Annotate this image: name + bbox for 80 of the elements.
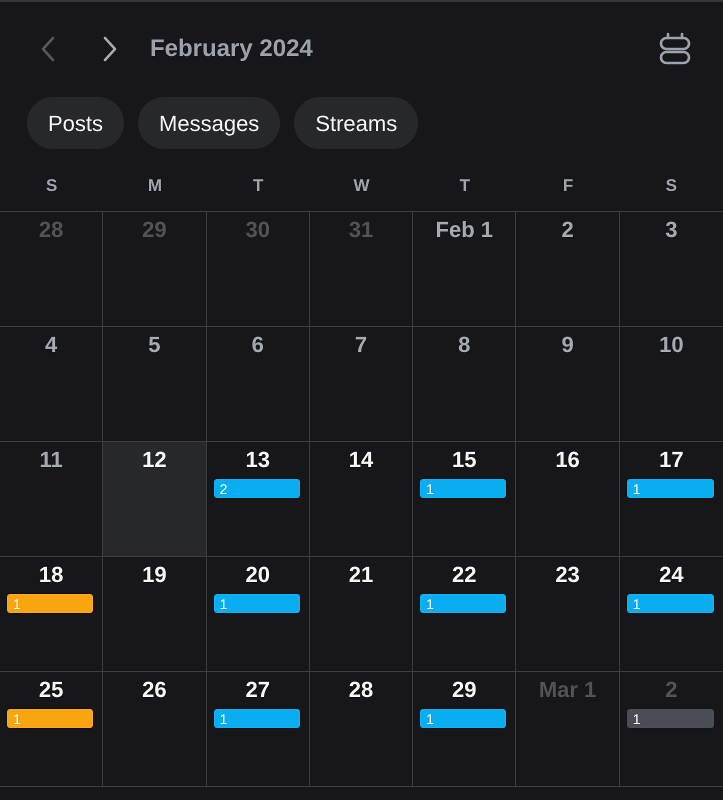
- day-cell[interactable]: 18 1: [0, 557, 104, 672]
- day-cell[interactable]: 11: [0, 442, 104, 557]
- date-number: 7: [354, 332, 368, 358]
- day-cell[interactable]: 9: [516, 327, 620, 442]
- day-cell[interactable]: 19: [103, 557, 207, 672]
- date-number: 14: [348, 447, 374, 473]
- day-cell[interactable]: 7: [310, 327, 414, 442]
- date-number: 4: [45, 332, 58, 358]
- date-number: 21: [348, 562, 374, 588]
- date-number: 24: [659, 562, 684, 588]
- date-number: 25: [38, 677, 64, 703]
- day-cell[interactable]: 2: [516, 212, 620, 327]
- stacked-rows-icon: [659, 32, 691, 66]
- date-number: 16: [555, 447, 580, 473]
- date-number: 29: [452, 677, 477, 703]
- chevron-right-icon: [103, 36, 117, 62]
- day-cell[interactable]: 24 1: [620, 557, 723, 672]
- date-number: 11: [40, 447, 63, 473]
- day-cell[interactable]: 2 1: [620, 672, 723, 787]
- date-number: 18: [38, 562, 64, 588]
- weekday-label: M: [148, 175, 162, 198]
- date-number: 13: [245, 447, 270, 473]
- date-number: 10: [659, 332, 684, 358]
- date-number: 29: [142, 217, 167, 243]
- date-number: 20: [245, 562, 270, 588]
- date-number: 2: [665, 677, 678, 703]
- date-number: 15: [452, 447, 477, 473]
- date-number: 27: [245, 677, 270, 703]
- day-cell[interactable]: 13 2: [206, 442, 310, 557]
- date-number: 22: [452, 562, 477, 588]
- day-cell[interactable]: 27 1: [206, 672, 310, 787]
- date-number: 2: [561, 217, 574, 243]
- date-number: 23: [555, 562, 580, 588]
- date-number: 30: [245, 217, 270, 243]
- month-title: February 2024: [150, 34, 313, 64]
- day-cell[interactable]: 25 1: [0, 672, 104, 787]
- weekday-label: F: [562, 175, 574, 198]
- date-number: 28: [348, 677, 374, 703]
- day-cell[interactable]: Feb 1: [413, 212, 516, 327]
- filter-chip[interactable]: Messages: [138, 97, 280, 149]
- day-cell[interactable]: 17 1: [620, 442, 723, 557]
- date-number: 8: [458, 332, 470, 358]
- day-cell[interactable]: 22 1: [413, 557, 516, 672]
- date-number: 12: [142, 447, 167, 473]
- date-number: 31: [348, 217, 374, 243]
- weekday-label: S: [46, 175, 58, 198]
- day-cell[interactable]: 4: [0, 327, 104, 442]
- day-cell[interactable]: 3: [620, 212, 723, 327]
- day-cell[interactable]: 23: [516, 557, 620, 672]
- day-cell[interactable]: 29 1: [413, 672, 516, 787]
- day-cell[interactable]: 21: [310, 557, 414, 672]
- today-cell[interactable]: 12: [103, 442, 207, 557]
- date-number: 26: [142, 677, 167, 703]
- date-number: Mar 1: [538, 677, 596, 703]
- weekday-label: S: [666, 175, 678, 198]
- day-cell[interactable]: 26: [103, 672, 207, 787]
- date-number: 9: [561, 332, 574, 358]
- day-cell[interactable]: 8: [413, 327, 516, 442]
- day-cell[interactable]: 10: [620, 327, 723, 442]
- filter-chip[interactable]: Streams: [294, 97, 418, 149]
- date-number: 28: [38, 217, 64, 243]
- day-cell[interactable]: 15 1: [413, 442, 516, 557]
- date-number: 17: [659, 447, 684, 473]
- day-cell[interactable]: 6: [206, 327, 310, 442]
- date-number: Feb 1: [436, 217, 494, 243]
- day-cell[interactable]: 5: [103, 327, 207, 442]
- day-cell[interactable]: 16: [516, 442, 620, 557]
- weekday-label: W: [353, 175, 370, 198]
- event-count-badge[interactable]: 1: [626, 709, 714, 728]
- weekday-label: T: [253, 175, 264, 198]
- date-number: 19: [142, 562, 167, 588]
- day-cell[interactable]: 20 1: [206, 557, 310, 672]
- date-number: 3: [665, 217, 678, 243]
- filter-chip[interactable]: Posts: [27, 97, 124, 149]
- chevron-left-icon: [41, 36, 55, 62]
- day-cell[interactable]: 28: [310, 672, 414, 787]
- weekday-label: T: [460, 175, 470, 198]
- date-number: 6: [252, 332, 264, 358]
- date-number: 5: [148, 332, 161, 358]
- day-cell[interactable]: 14: [310, 442, 414, 557]
